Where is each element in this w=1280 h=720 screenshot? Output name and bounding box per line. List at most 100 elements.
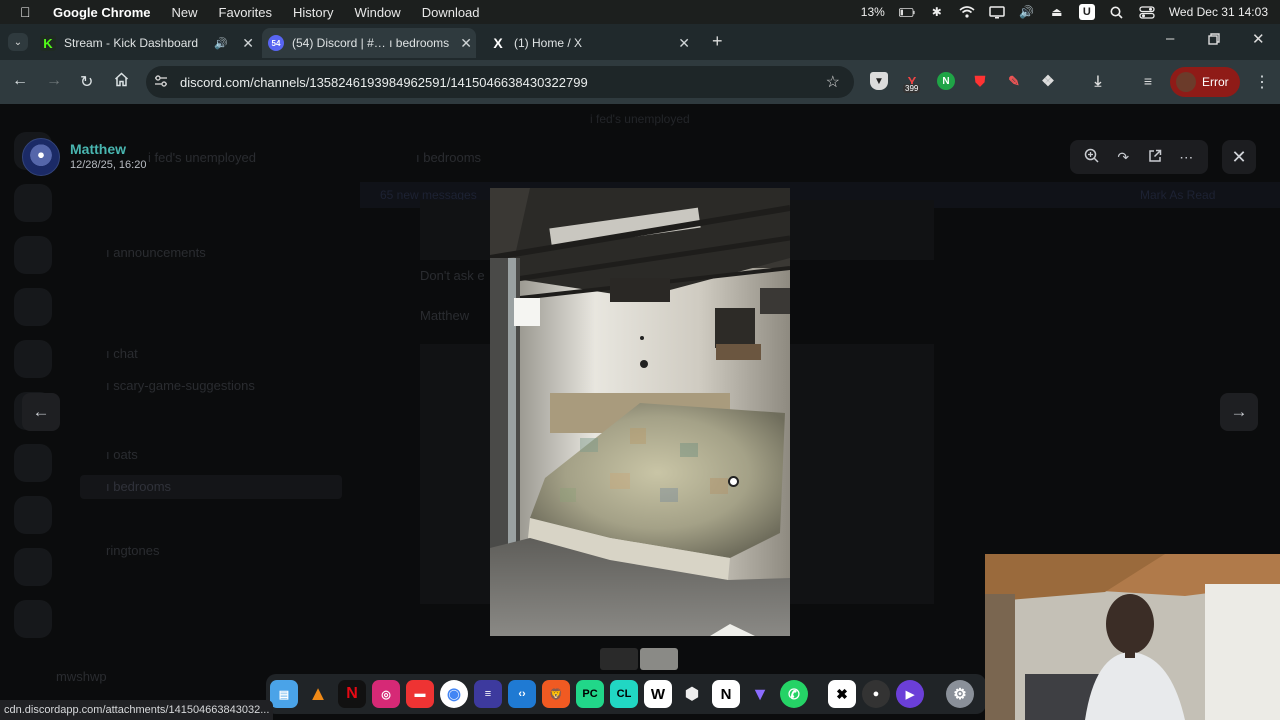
server-icon[interactable] xyxy=(14,600,52,638)
ghost-message-text: Don't ask e xyxy=(420,268,485,283)
minimize-icon[interactable]: – xyxy=(1166,30,1174,47)
uploader-name[interactable]: Matthew xyxy=(70,141,146,157)
menu-history[interactable]: History xyxy=(293,5,333,20)
obs-icon[interactable]: ● xyxy=(862,680,890,708)
tab-search-chevron-down-icon[interactable]: ⌄ xyxy=(8,33,28,51)
tab-audio-icon[interactable]: 🔊 xyxy=(214,37,228,50)
channel-chat[interactable]: ı chat xyxy=(106,346,138,361)
tab-x-home[interactable]: X (1) Home / X ✕ xyxy=(490,28,694,58)
system-settings-icon[interactable]: ⚙ xyxy=(946,680,974,708)
spotlight-search-icon[interactable] xyxy=(1109,5,1125,19)
channel-bedrooms[interactable]: ı bedrooms xyxy=(106,479,171,494)
whatsapp-icon[interactable]: ✆ xyxy=(780,680,808,708)
forward-arrow-icon[interactable]: → xyxy=(46,72,62,90)
attachment-image-bedroom[interactable] xyxy=(490,188,790,636)
apple-menu-icon[interactable]:  xyxy=(20,4,38,20)
open-external-icon[interactable] xyxy=(1144,149,1166,166)
notion-icon[interactable]: N xyxy=(712,680,740,708)
restore-window-icon[interactable] xyxy=(1208,32,1220,49)
bluetooth-icon[interactable]: ✱ xyxy=(929,5,945,19)
brave-icon[interactable]: 🦁 xyxy=(542,680,570,708)
channel-ringtones[interactable]: ringtones xyxy=(106,543,159,558)
menu-download[interactable]: Download xyxy=(422,5,480,20)
webstorm-icon[interactable]: W xyxy=(644,680,672,708)
green-n-extension-icon[interactable]: N xyxy=(937,72,955,90)
tab-title: (54) Discord | #… ı bedrooms xyxy=(292,36,450,50)
triangle-app-icon[interactable]: ▼ xyxy=(746,680,774,708)
server-icon[interactable] xyxy=(14,496,52,534)
bookmark-star-icon[interactable]: ☆ xyxy=(826,72,840,92)
server-icon[interactable] xyxy=(14,444,52,482)
viewer-close-icon[interactable]: ✕ xyxy=(1222,140,1256,174)
clion-icon[interactable]: CL xyxy=(610,680,638,708)
downloads-icon[interactable]: ⤓ xyxy=(1089,72,1107,90)
back-arrow-icon[interactable]: ← xyxy=(12,72,28,90)
tab-close-icon[interactable]: ✕ xyxy=(678,35,690,52)
wifi-icon[interactable] xyxy=(959,5,975,19)
eject-icon[interactable]: ⏏ xyxy=(1049,5,1065,19)
reload-icon[interactable]: ↻ xyxy=(80,72,93,92)
next-image-arrow-icon[interactable]: → xyxy=(1220,393,1258,431)
cube-app-icon[interactable]: ⬢ xyxy=(678,680,706,708)
menu-new[interactable]: New xyxy=(172,5,198,20)
control-center-icon[interactable] xyxy=(1139,5,1155,19)
menu-app-name[interactable]: Google Chrome xyxy=(53,5,151,20)
channel-scary-game-suggestions[interactable]: ı scary-game-suggestions xyxy=(106,378,255,393)
display-icon[interactable] xyxy=(989,5,1005,19)
user-badge[interactable]: U xyxy=(1078,4,1095,20)
zoom-in-icon[interactable] xyxy=(1081,148,1103,166)
server-icon[interactable] xyxy=(14,236,52,274)
mark-as-read-button[interactable]: Mark As Read xyxy=(1140,188,1215,202)
previous-image-arrow-icon[interactable]: ← xyxy=(22,393,60,431)
menu-favorites[interactable]: Favorites xyxy=(219,5,272,20)
vlc-icon[interactable]: ▲ xyxy=(304,680,332,708)
server-icon[interactable] xyxy=(14,288,52,326)
tab-kick-dashboard[interactable]: K Stream - Kick Dashboard 🔊 ✕ xyxy=(40,28,258,58)
pen-extension-icon[interactable]: ✎ xyxy=(1005,72,1023,90)
thumbnail[interactable] xyxy=(600,648,638,670)
chrome-icon[interactable]: ◉ xyxy=(440,680,468,708)
site-info-icon[interactable] xyxy=(154,74,172,90)
close-window-icon[interactable]: ✕ xyxy=(1252,30,1265,48)
avatar[interactable] xyxy=(22,138,60,176)
channel-oats[interactable]: ı oats xyxy=(106,447,138,462)
tab-discord-bedrooms[interactable]: 54 (54) Discord | #… ı bedrooms ✕ xyxy=(262,28,476,58)
volume-icon[interactable]: 🔊 xyxy=(1019,5,1035,19)
battery-icon[interactable] xyxy=(898,5,915,19)
tab-close-icon[interactable]: ✕ xyxy=(460,35,472,52)
chrome-menu-kebab-icon[interactable]: ⋮ xyxy=(1254,72,1270,92)
red-app-icon[interactable]: ▬ xyxy=(406,680,434,708)
vscode-icon[interactable]: ‹› xyxy=(508,680,536,708)
url-text[interactable]: discord.com/channels/1358246193984962591… xyxy=(180,75,588,90)
extensions-puzzle-icon[interactable]: ❖ xyxy=(1039,72,1057,90)
instagram-icon[interactable]: ◎ xyxy=(372,680,400,708)
new-tab-plus-icon[interactable]: + xyxy=(712,31,723,52)
finder-folder-icon[interactable]: ▤ xyxy=(270,680,298,708)
clock[interactable]: Wed Dec 31 14:03 xyxy=(1169,5,1268,19)
capcut-icon[interactable]: ✖ xyxy=(828,680,856,708)
mac-dock: ▤ ▲ N ◎ ▬ ◉ ≡ ‹› 🦁 PC CL W ⬢ N ▼ ✆ ✖ ● ▶… xyxy=(266,674,986,714)
thumbnail-selected[interactable] xyxy=(640,648,678,670)
shield-extension-icon[interactable]: ▼ xyxy=(870,72,888,90)
channel-announcements[interactable]: ı announcements xyxy=(106,245,206,260)
server-name[interactable]: i fed's unemployed xyxy=(148,150,256,165)
menu-window[interactable]: Window xyxy=(354,5,400,20)
window-title-ghost: i fed's unemployed xyxy=(590,112,690,126)
address-bar[interactable]: discord.com/channels/1358246193984962591… xyxy=(146,66,854,98)
pycharm-icon[interactable]: PC xyxy=(576,680,604,708)
tab-close-icon[interactable]: ✕ xyxy=(242,35,254,52)
shield-red-extension-icon[interactable]: ⛊ xyxy=(971,72,989,90)
rotate-icon[interactable]: ↷ xyxy=(1112,149,1134,166)
server-icon[interactable] xyxy=(14,340,52,378)
reading-list-icon[interactable]: ≡ xyxy=(1139,72,1157,90)
more-icon[interactable]: ⋯ xyxy=(1175,149,1197,166)
server-icon[interactable] xyxy=(14,548,52,586)
error-label: Error xyxy=(1202,75,1229,89)
media-player-icon[interactable]: ▶ xyxy=(896,680,924,708)
netflix-icon[interactable]: N xyxy=(338,680,366,708)
server-icon[interactable] xyxy=(14,184,52,222)
upload-timestamp: 12/28/25, 16:20 xyxy=(70,159,147,171)
text-editor-icon[interactable]: ≡ xyxy=(474,680,502,708)
profile-error-button[interactable]: Error xyxy=(1170,67,1240,97)
home-icon[interactable] xyxy=(114,72,129,92)
